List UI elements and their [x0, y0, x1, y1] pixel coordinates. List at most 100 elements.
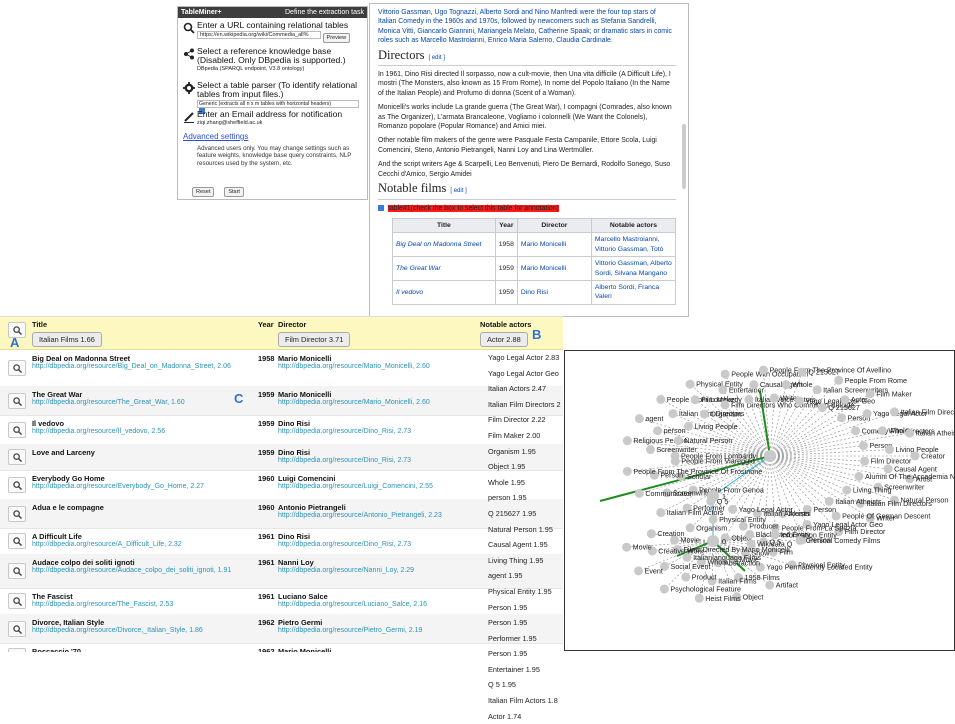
graph-node[interactable] [860, 456, 870, 466]
actor-candidate-item[interactable]: Causal Agent 1.95 [488, 537, 570, 553]
graph-node[interactable] [699, 409, 709, 419]
graph-node[interactable] [910, 451, 920, 461]
graph-node[interactable] [694, 593, 704, 603]
wiki-scrollbar[interactable] [682, 124, 686, 189]
edit-link[interactable]: [ edit ] [450, 188, 466, 194]
row-director-uri[interactable]: http://dbpedia.org/resource/Mario_Monice… [278, 363, 430, 370]
actor-candidate-item[interactable]: Object 1.95 [488, 459, 570, 475]
graph-node[interactable] [720, 400, 730, 410]
graph-node[interactable] [690, 395, 700, 405]
wiki-cell[interactable]: Mario Monicelli [516, 256, 592, 281]
graph-node[interactable] [622, 466, 632, 476]
graph-node[interactable] [885, 445, 895, 455]
row-search-button[interactable] [8, 393, 26, 409]
row-director-uri[interactable]: http://dbpedia.org/resource/Dino_Risi, 2… [278, 541, 411, 548]
row-title-uri[interactable]: http://dbpedia.org/resource/Divorce,_Ita… [32, 627, 254, 634]
graph-node[interactable] [851, 426, 861, 436]
wiki-cell[interactable]: Il vedovo [392, 279, 496, 305]
graph-node[interactable] [718, 385, 728, 395]
row-search-button[interactable] [8, 422, 26, 438]
row-director-uri[interactable]: http://dbpedia.org/resource/Dino_Risi, 2… [278, 428, 411, 435]
actor-candidate-item[interactable]: person 1.95 [488, 490, 570, 506]
graph-node[interactable] [797, 367, 807, 377]
actor-candidate-item[interactable]: Italian Actors 2.47 [488, 381, 570, 397]
graph-node[interactable] [744, 394, 754, 404]
actor-candidate-item[interactable]: Living Thing 1.95 [488, 553, 570, 569]
graph-node[interactable] [865, 389, 875, 399]
graph-node[interactable] [758, 365, 768, 375]
graph-node[interactable] [834, 375, 844, 385]
select-table-checkbox[interactable] [378, 204, 384, 211]
graph-node[interactable] [858, 441, 868, 451]
graph-node[interactable] [673, 436, 683, 446]
graph-node[interactable] [670, 456, 680, 466]
graph-node[interactable] [769, 393, 779, 403]
graph-node[interactable] [622, 436, 632, 446]
graph-node[interactable] [817, 403, 827, 413]
graph-node[interactable] [634, 566, 644, 576]
actor-candidate-item[interactable]: Person 1.95 [488, 615, 570, 631]
director-concept-pill[interactable]: Film Director 3.71 [278, 332, 351, 347]
wiki-cell[interactable]: Mario Monicelli [516, 232, 592, 258]
row-search-button[interactable] [8, 593, 26, 609]
wiki-cell[interactable]: Dino Risi [516, 279, 592, 305]
graph-node[interactable] [889, 407, 899, 417]
advanced-settings-link[interactable]: Advanced settings [183, 132, 248, 141]
actor-candidate-item[interactable]: Italian Film Directors 2 [488, 397, 570, 413]
row-search-button[interactable] [8, 449, 26, 465]
row-director-uri[interactable]: http://dbpedia.org/resource/Dino_Risi, 2… [278, 457, 411, 464]
graph-node[interactable] [659, 584, 669, 594]
actor-candidate-item[interactable]: Actor 1.74 [488, 709, 570, 724]
graph-node[interactable] [685, 379, 695, 389]
reset-button[interactable]: Reset [192, 187, 215, 197]
row-director-uri[interactable]: http://dbpedia.org/resource/Pietro_Germi… [278, 627, 422, 634]
actor-candidate-item[interactable]: Whole 1.95 [488, 475, 570, 491]
graph-node[interactable] [720, 369, 730, 379]
graph-node[interactable] [683, 421, 693, 431]
actor-candidate-item[interactable]: Person 1.95 [488, 600, 570, 616]
row-search-button[interactable] [8, 506, 26, 522]
wiki-cell[interactable]: Alberto Sordi, Franca Valeri [590, 279, 677, 305]
graph-node[interactable] [728, 504, 738, 514]
row-director-uri[interactable]: http://dbpedia.org/resource/Nanni_Loy, 2… [278, 567, 414, 574]
preview-button[interactable]: Preview [322, 33, 351, 43]
wiki-cell[interactable]: Vittorio Gassman, Alberto Sordi, Silvana… [590, 256, 677, 281]
actor-candidate-item[interactable]: agent 1.95 [488, 568, 570, 584]
graph-node[interactable] [653, 426, 663, 436]
graph-node[interactable] [877, 426, 887, 436]
actors-concept-pill[interactable]: Actor 2.88 [480, 332, 528, 347]
actor-candidate-item[interactable]: Q 215627 1.95 [488, 506, 570, 522]
graph-node[interactable] [794, 396, 804, 406]
graph-node[interactable] [770, 530, 780, 540]
graph-node[interactable] [905, 428, 915, 438]
graph-node[interactable] [862, 409, 872, 419]
actor-candidate-item[interactable]: Film Director 2.22 [488, 412, 570, 428]
graph-node[interactable] [812, 385, 822, 395]
email-input[interactable]: ziqi.zhang@sheffield.ac.uk [197, 120, 363, 126]
graph-node[interactable] [681, 572, 691, 582]
graph-hub-node[interactable] [707, 490, 719, 502]
row-title-uri[interactable]: http://dbpedia.org/resource/Big_Deal_on_… [32, 363, 254, 370]
actor-candidate-item[interactable]: Person 1.95 [488, 646, 570, 662]
kb-select[interactable]: DBpedia (SPARQL endpoint, V3.8 ontology) [197, 66, 363, 72]
row-title-uri[interactable]: http://dbpedia.org/resource/Audace_colpo… [32, 567, 254, 574]
actor-candidate-item[interactable]: Organism 1.95 [488, 444, 570, 460]
actor-candidate-item[interactable]: Yago Legal Actor Geo [488, 366, 570, 382]
graph-hub-node[interactable] [764, 450, 776, 462]
row-title-uri[interactable]: http://dbpedia.org/resource/The_Fascist,… [32, 601, 254, 608]
wiki-cell[interactable]: Big Deal on Madonna Street [392, 232, 496, 258]
row-search-button[interactable] [8, 360, 26, 376]
row-director-uri[interactable]: http://dbpedia.org/resource/Luigi_Comenc… [278, 483, 433, 490]
row-director-uri[interactable]: http://dbpedia.org/resource/Luciano_Salc… [278, 601, 427, 608]
graph-node[interactable] [656, 394, 666, 404]
actor-candidate-item[interactable]: Natural Person 1.95 [488, 522, 570, 538]
actor-candidate-item[interactable]: Performer 1.95 [488, 631, 570, 647]
concept-graph-canvas[interactable]: People From LombardyScreenwriterReligiou… [565, 351, 955, 651]
graph-node[interactable] [745, 529, 755, 539]
actor-candidate-item[interactable]: Film Maker 2.00 [488, 428, 570, 444]
graph-hub-node[interactable] [707, 535, 719, 547]
url-input[interactable]: https://en.wikipedia.org/wiki/Commedia_a… [197, 31, 321, 39]
edit-link[interactable]: [ edit ] [429, 55, 445, 61]
actor-candidate-item[interactable]: Physical Entity 1.95 [488, 584, 570, 600]
graph-node[interactable] [840, 395, 850, 405]
